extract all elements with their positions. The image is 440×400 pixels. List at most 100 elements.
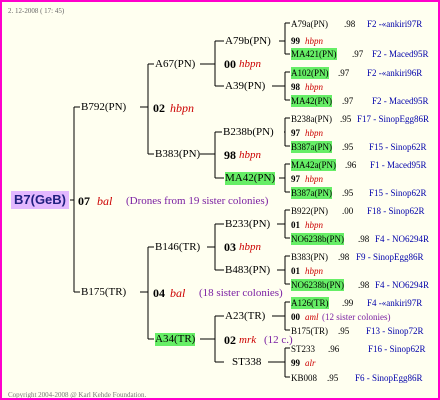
gen5-row-source: F15 - Sinop62R <box>369 142 427 152</box>
gen5-row-label[interactable]: NO6238b(PN) <box>291 233 344 245</box>
gen5-row-year: .96 <box>345 160 357 170</box>
gen4-st338-label[interactable]: ST338 <box>232 356 261 369</box>
gen5-row-label[interactable]: B383(PN) <box>291 251 328 263</box>
gen4-b483-label[interactable]: B483(PN) <box>225 264 270 277</box>
gen3-a34-label[interactable]: A34(TR) <box>155 333 196 346</box>
gen5-row-label[interactable]: B175(TR) <box>291 325 328 337</box>
gen3-b383-label[interactable]: B383(PN) <box>155 148 200 161</box>
gen5-row-year: .97 <box>338 68 350 78</box>
gen3-a67-gen-number: 00 <box>224 57 236 71</box>
gen5-row-year: .98 <box>358 280 370 290</box>
gen3-a34-gen-code: mrk <box>239 334 257 346</box>
gen3-a67-label[interactable]: A67(PN) <box>155 58 195 71</box>
dam-sister-note: (18 sister colonies) <box>199 287 283 299</box>
gen5-row-year: .98 <box>338 252 350 262</box>
gen5-row-label[interactable]: A102(PN) <box>291 67 329 79</box>
gen5-row-label[interactable]: NO6238b(PN) <box>291 279 344 291</box>
gen3-a67-gen-code: hbpn <box>239 58 261 70</box>
gen5-row-source: F16 - Sinop62R <box>368 344 426 354</box>
gen5-row-label[interactable]: MA42(PN) <box>291 95 333 107</box>
gen5-row-source: F4 -«ankiri97R <box>367 298 423 308</box>
gen5-row-source: F15 - Sinop62R <box>369 188 427 198</box>
gen5-row-source: F13 - Sinop72R <box>366 326 424 336</box>
gen5-row-year: .95 <box>342 142 354 152</box>
dam-gen-number: 04 <box>153 286 165 300</box>
gen3-a34-gen-number: 02 <box>224 333 236 347</box>
gen5-row-source: F17 - SinopEgg86R <box>357 114 430 124</box>
gen4-a23-gen-number: 00 <box>291 312 300 322</box>
root-gen-number: 07 <box>78 194 90 208</box>
gen5-row-source: F2 -«ankiri97R <box>367 19 423 29</box>
dam-gen-code: bal <box>170 286 186 300</box>
gen5-row-source: F18 - Sinop62R <box>367 206 425 216</box>
gen5-row-year: .95 <box>338 326 350 336</box>
gen4-ma42-gen-number: 97 <box>291 174 300 184</box>
gen4-b483-gen-number: 01 <box>291 266 300 276</box>
gen5-row-year: .95 <box>340 114 352 124</box>
gen5-row-source: F4 - NO6294R <box>375 280 430 290</box>
queen-root-label[interactable]: B7(GeB) <box>11 191 70 209</box>
gen5-row-label[interactable]: B922(PN) <box>291 205 328 217</box>
sire-gen-code: hbpn <box>170 101 194 115</box>
root-gen-code: bal <box>97 194 113 208</box>
gen5-row-year: .95 <box>327 373 339 383</box>
gen5-row-year: .98 <box>358 234 370 244</box>
gen5-row-year: .96 <box>328 344 340 354</box>
gen3-b383-gen-code: hbpn <box>239 149 261 161</box>
gen4-b233-gen-number: 01 <box>291 220 300 230</box>
gen5-row-source: F4 - NO6294R <box>375 234 430 244</box>
gen4-a23-note: (12 sister colonies) <box>322 312 391 322</box>
gen5-row-label[interactable]: B238a(PN) <box>291 113 332 125</box>
gen5-row-label[interactable]: MA421(PN) <box>291 48 337 60</box>
gen5-row-year: .99 <box>342 298 354 308</box>
gen5-row-label[interactable]: B387a(PN) <box>291 141 332 153</box>
sire-gen-number: 02 <box>153 101 165 115</box>
gen5-row-year: .00 <box>342 206 354 216</box>
print-date: 2. 12-2008 ( 17: 45) <box>8 7 65 15</box>
sire-label[interactable]: B792(PN) <box>81 101 126 114</box>
gen5-row-year: .97 <box>342 96 354 106</box>
gen5-row-year: .98 <box>344 19 356 29</box>
gen4-b238b-gen-code: hbpn <box>305 128 323 138</box>
gen4-ma42-gen-code: hbpn <box>305 174 323 184</box>
gen4-b238b-gen-number: 97 <box>291 128 300 138</box>
gen5-row-label[interactable]: ST233 <box>291 343 315 355</box>
gen4-a23-label[interactable]: A23(TR) <box>225 310 265 323</box>
gen5-row-source: F2 -«ankiri96R <box>367 68 423 78</box>
gen5-row-label[interactable]: A79a(PN) <box>291 18 328 30</box>
gen4-b233-label[interactable]: B233(PN) <box>225 218 270 231</box>
gen4-a23-gen-code: aml <box>305 312 319 322</box>
gen5-row-label[interactable]: A126(TR) <box>291 297 329 309</box>
copyright-footer: Copyright 2004-2008 @ Karl Kehde Foundat… <box>8 391 147 399</box>
gen3-b146-label[interactable]: B146(TR) <box>155 241 200 254</box>
gen4-b238b-label[interactable]: B238b(PN) <box>223 126 274 139</box>
gen3-a34-note: (12 c.) <box>264 334 293 346</box>
gen4-a79b-gen-code: hbpn <box>305 36 323 46</box>
gen5-row-label[interactable]: B387a(PN) <box>291 187 332 199</box>
gen4-b233-gen-code: hbpn <box>305 220 323 230</box>
gen4-a39-gen-code: hbpn <box>305 82 323 92</box>
gen5-row-year: .95 <box>342 188 354 198</box>
gen4-b483-gen-code: hbpn <box>305 266 323 276</box>
gen5-row-source: F1 - Maced95R <box>370 160 427 170</box>
gen5-row-year: .97 <box>352 49 364 59</box>
gen4-st338-gen-number: 99 <box>291 358 300 368</box>
gen3-b383-gen-number: 98 <box>224 148 236 162</box>
gen5-row-label[interactable]: KB008 <box>291 372 317 384</box>
gen5-row-source: F9 - SinopEgg86R <box>356 252 424 262</box>
root-drone-note: (Drones from 19 sister colonies) <box>126 195 269 207</box>
gen4-st338-gen-code: alr <box>305 358 316 368</box>
gen5-row-label[interactable]: MA42a(PN) <box>291 159 336 171</box>
gen4-a79b-label[interactable]: A79b(PN) <box>225 35 271 48</box>
gen4-a39-label[interactable]: A39(PN) <box>225 80 265 93</box>
gen5-row-source: F6 - SinopEgg86R <box>355 373 423 383</box>
pedigree-frame: 2. 12-2008 ( 17: 45) B7(GeB) 07 bal (Dro… <box>0 0 440 400</box>
gen4-a79b-gen-number: 99 <box>291 36 300 46</box>
gen3-b146-gen-number: 03 <box>224 240 236 254</box>
gen4-ma42-label[interactable]: MA42(PN) <box>225 172 276 185</box>
gen5-row-source: F2 - Maced95R <box>372 49 429 59</box>
gen5-row-source: F2 - Maced95R <box>372 96 429 106</box>
dam-label[interactable]: B175(TR) <box>81 286 126 299</box>
gen3-b146-gen-code: hbpn <box>239 241 261 253</box>
gen4-a39-gen-number: 98 <box>291 82 300 92</box>
